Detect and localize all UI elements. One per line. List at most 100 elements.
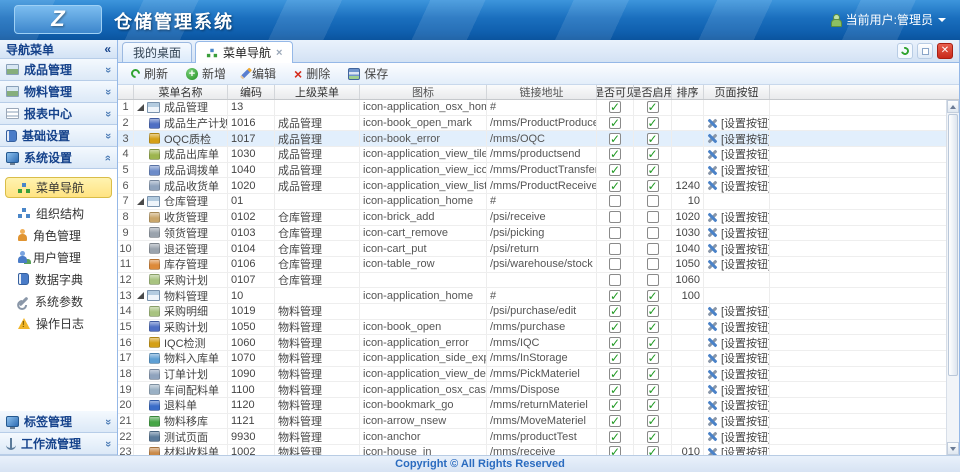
- enabled-checkbox[interactable]: ✓: [647, 305, 659, 317]
- visible-checkbox[interactable]: ✓: [609, 431, 621, 443]
- table-row[interactable]: 2成品生产计划1016成品管理icon-book_open_mark/mms/P…: [118, 116, 946, 132]
- enabled-checkbox[interactable]: ✓: [647, 446, 659, 455]
- col-header-sort[interactable]: 排序: [672, 85, 704, 99]
- accordion-material[interactable]: 物料管理 »: [0, 81, 117, 103]
- page-buttons-link[interactable]: [设置按钮]: [707, 257, 770, 272]
- scroll-thumb[interactable]: [948, 114, 958, 376]
- enabled-checkbox[interactable]: ✓: [647, 101, 659, 113]
- table-row[interactable]: 21物料移库1121物料管理icon-arrow_nsew/mms/MoveMa…: [118, 414, 946, 430]
- page-buttons-link[interactable]: [设置按钮]: [707, 147, 770, 162]
- scroll-up-button[interactable]: [947, 100, 959, 113]
- page-buttons-link[interactable]: [设置按钮]: [707, 335, 770, 350]
- table-row[interactable]: 4成品出库单1030成品管理icon-application_view_tile…: [118, 147, 946, 163]
- table-row[interactable]: 18订单计划1090物料管理icon-application_view_deta…: [118, 367, 946, 383]
- visible-checkbox[interactable]: ✓: [609, 337, 621, 349]
- table-row[interactable]: 6成品收货单1020成品管理icon-application_view_list…: [118, 178, 946, 194]
- tab-menu-navigation[interactable]: 菜单导航 ×: [195, 41, 293, 63]
- edit-button[interactable]: 编辑: [237, 63, 283, 84]
- page-buttons-link[interactable]: [设置按钮]: [707, 320, 770, 335]
- sidebar-item-system-parameters[interactable]: 系统参数: [0, 290, 117, 312]
- visible-checkbox[interactable]: [609, 227, 621, 239]
- vertical-scrollbar[interactable]: [946, 100, 959, 455]
- enabled-checkbox[interactable]: ✓: [647, 337, 659, 349]
- table-row[interactable]: 22测试页面9930物料管理icon-anchor/mms/productTes…: [118, 429, 946, 445]
- visible-checkbox[interactable]: ✓: [609, 117, 621, 129]
- visible-checkbox[interactable]: ✓: [609, 415, 621, 427]
- visible-checkbox[interactable]: ✓: [609, 384, 621, 396]
- page-buttons-link[interactable]: [设置按钮]: [707, 445, 770, 455]
- enabled-checkbox[interactable]: ✓: [647, 180, 659, 192]
- scroll-down-button[interactable]: [947, 442, 959, 455]
- visible-checkbox[interactable]: ✓: [609, 321, 621, 333]
- visible-checkbox[interactable]: [609, 243, 621, 255]
- col-header-enabled[interactable]: 是否启用: [634, 85, 672, 99]
- sidebar-item-data-dictionary[interactable]: 数据字典: [0, 268, 117, 290]
- page-buttons-link[interactable]: [设置按钮]: [707, 398, 770, 413]
- save-button[interactable]: 保存: [341, 63, 395, 84]
- visible-checkbox[interactable]: ✓: [609, 133, 621, 145]
- page-buttons-link[interactable]: [设置按钮]: [707, 163, 770, 178]
- col-header-code[interactable]: 编码: [228, 85, 275, 99]
- table-row[interactable]: 13物料管理10icon-application_home#✓✓100: [118, 288, 946, 304]
- sidebar-collapse-button[interactable]: «: [104, 42, 111, 56]
- enabled-checkbox[interactable]: ✓: [647, 384, 659, 396]
- accordion-system-settings[interactable]: 系统设置 »: [0, 147, 117, 169]
- table-row[interactable]: 8收货管理0102仓库管理icon-brick_add/psi/receive1…: [118, 210, 946, 226]
- col-header-page-buttons[interactable]: 页面按钮: [704, 85, 770, 99]
- visible-checkbox[interactable]: ✓: [609, 290, 621, 302]
- accordion-label-management[interactable]: 标签管理 »: [0, 411, 117, 433]
- table-row[interactable]: 19车间配料单1100物料管理icon-application_osx_casc…: [118, 382, 946, 398]
- visible-checkbox[interactable]: ✓: [609, 305, 621, 317]
- tab-my-desktop[interactable]: 我的桌面: [122, 42, 192, 62]
- page-buttons-link[interactable]: [设置按钮]: [707, 429, 770, 444]
- visible-checkbox[interactable]: ✓: [609, 180, 621, 192]
- accordion-basic-settings[interactable]: 基础设置 »: [0, 125, 117, 147]
- table-row[interactable]: 17物料入库单1070物料管理icon-application_side_exp…: [118, 351, 946, 367]
- table-row[interactable]: 7仓库管理01icon-application_home#10: [118, 194, 946, 210]
- delete-button[interactable]: × 删除: [287, 63, 337, 84]
- table-row[interactable]: 10退还管理0104仓库管理icon-cart_put/psi/return10…: [118, 241, 946, 257]
- visible-checkbox[interactable]: ✓: [609, 164, 621, 176]
- page-buttons-link[interactable]: [设置按钮]: [707, 367, 770, 382]
- col-header-link-address[interactable]: 链接地址: [487, 85, 597, 99]
- enabled-checkbox[interactable]: ✓: [647, 431, 659, 443]
- visible-checkbox[interactable]: [609, 274, 621, 286]
- tree-expand-icon[interactable]: [137, 198, 144, 205]
- page-buttons-link[interactable]: [设置按钮]: [707, 382, 770, 397]
- accordion-report-center[interactable]: 报表中心 »: [0, 103, 117, 125]
- enabled-checkbox[interactable]: ✓: [647, 117, 659, 129]
- enabled-checkbox[interactable]: ✓: [647, 290, 659, 302]
- visible-checkbox[interactable]: ✓: [609, 148, 621, 160]
- page-buttons-link[interactable]: [设置按钮]: [707, 210, 770, 225]
- sidebar-item-organization[interactable]: 组织结构: [0, 202, 117, 224]
- sidebar-item-user-management[interactable]: 用户管理: [0, 246, 117, 268]
- table-row[interactable]: 9领货管理0103仓库管理icon-cart_remove/psi/pickin…: [118, 226, 946, 242]
- visible-checkbox[interactable]: ✓: [609, 446, 621, 455]
- page-buttons-link[interactable]: [设置按钮]: [707, 131, 770, 146]
- enabled-checkbox[interactable]: ✓: [647, 352, 659, 364]
- panel-restore-button[interactable]: [917, 43, 933, 59]
- sidebar-item-role-management[interactable]: 角色管理: [0, 224, 117, 246]
- current-user-menu[interactable]: 当前用户:管理员: [830, 11, 946, 28]
- enabled-checkbox[interactable]: ✓: [647, 164, 659, 176]
- visible-checkbox[interactable]: [609, 258, 621, 270]
- add-button[interactable]: + 新增: [179, 63, 233, 84]
- enabled-checkbox[interactable]: [647, 258, 659, 270]
- table-row[interactable]: 23材料收料单1002物料管理icon-house_in/mms/receive…: [118, 445, 946, 455]
- panel-close-button[interactable]: ✕: [937, 43, 953, 59]
- enabled-checkbox[interactable]: ✓: [647, 133, 659, 145]
- visible-checkbox[interactable]: ✓: [609, 101, 621, 113]
- table-row[interactable]: 5成品调拨单1040成品管理icon-application_view_icon…: [118, 163, 946, 179]
- page-buttons-link[interactable]: [设置按钮]: [707, 304, 770, 319]
- enabled-checkbox[interactable]: ✓: [647, 368, 659, 380]
- tree-expand-icon[interactable]: [137, 292, 144, 299]
- enabled-checkbox[interactable]: [647, 195, 659, 207]
- enabled-checkbox[interactable]: [647, 274, 659, 286]
- panel-refresh-button[interactable]: [897, 43, 913, 59]
- table-row[interactable]: 20退料单1120物料管理icon-bookmark_go/mms/return…: [118, 398, 946, 414]
- table-row[interactable]: 16IQC检测1060物料管理icon-application_error/mm…: [118, 335, 946, 351]
- table-row[interactable]: 12采购计划0107仓库管理1060: [118, 273, 946, 289]
- tree-expand-icon[interactable]: [137, 104, 144, 111]
- enabled-checkbox[interactable]: [647, 211, 659, 223]
- tab-close-icon[interactable]: ×: [276, 47, 282, 59]
